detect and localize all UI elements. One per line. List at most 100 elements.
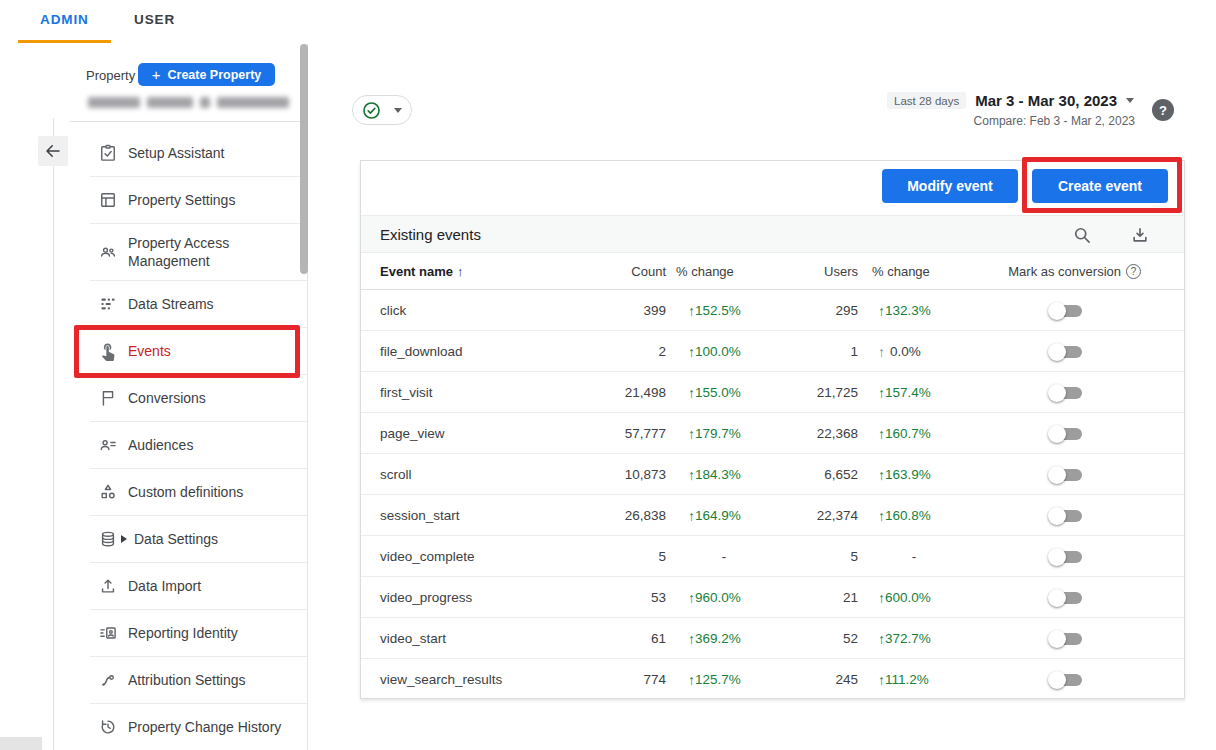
count-change-cell: ↑179.7% (688, 413, 741, 454)
back-arrow-icon (44, 142, 62, 160)
column-header-count-change[interactable]: % change (676, 253, 734, 289)
download-icon[interactable] (1130, 225, 1150, 245)
arrow-up-icon: ↑ (878, 385, 885, 401)
column-header-count[interactable]: Count (560, 253, 666, 289)
users-change-cell: ↑600.0% (878, 577, 931, 618)
mark-as-conversion-toggle[interactable] (1048, 629, 1084, 648)
sidebar-item-setup-assistant[interactable]: Setup Assistant (68, 129, 308, 176)
sidebar-item-reporting-identity[interactable]: Reporting Identity (68, 609, 308, 656)
table-header-row: Event name↑ Count % change Users % chang… (361, 253, 1184, 290)
sidebar-item-data-import[interactable]: Data Import (68, 562, 308, 609)
event-row: scroll 10,873 ↑184.3% 6,652 ↑163.9% (361, 454, 1184, 495)
sidebar-item-events[interactable]: Events (68, 327, 308, 374)
sidebar-item-attribution-settings[interactable]: Attribution Settings (68, 656, 308, 703)
event-users-cell: 245 (752, 659, 858, 700)
column-header-event-name[interactable]: Event name↑ (380, 253, 463, 289)
column-header-users-change[interactable]: % change (872, 253, 930, 289)
event-users-cell: 295 (752, 290, 858, 331)
help-icon[interactable]: ? (1152, 99, 1174, 121)
tab-user[interactable]: USER (134, 12, 175, 27)
conversions-icon (98, 388, 118, 408)
modify-event-button[interactable]: Modify event (882, 169, 1018, 203)
data-streams-icon (98, 294, 118, 314)
check-circle-icon (362, 101, 381, 120)
event-count-cell: 57,777 (560, 413, 666, 454)
sidebar-item-data-streams[interactable]: Data Streams (68, 280, 308, 327)
search-icon[interactable] (1072, 225, 1092, 245)
sidebar-item-custom-definitions[interactable]: Custom definitions (68, 468, 308, 515)
users-change-cell: ↑160.8% (878, 495, 931, 536)
event-count-cell: 61 (560, 618, 666, 659)
event-count-cell: 5 (560, 536, 666, 577)
column-header-mark-as-conversion: Mark as conversion? (951, 253, 1141, 289)
reporting-identity-icon (98, 623, 118, 643)
panel-divider (53, 118, 54, 750)
arrow-up-icon: ↑ (878, 467, 885, 483)
sidebar-item-property-access-management[interactable]: Property Access Management (68, 223, 308, 280)
event-name-cell: video_start (380, 618, 446, 659)
table-title: Existing events (380, 226, 481, 243)
mark-as-conversion-toggle[interactable] (1048, 383, 1084, 402)
event-row: page_view 57,777 ↑179.7% 22,368 ↑160.7% (361, 413, 1184, 454)
event-users-cell: 21 (752, 577, 858, 618)
mark-as-conversion-toggle[interactable] (1048, 547, 1084, 566)
arrow-up-icon: ↑ (878, 303, 885, 319)
column-header-users[interactable]: Users (752, 253, 858, 289)
count-change-cell: ↑184.3% (688, 454, 741, 495)
sidebar-item-data-settings[interactable]: Data Settings (68, 515, 308, 562)
sidebar-item-conversions[interactable]: Conversions (68, 374, 308, 421)
event-count-cell: 21,498 (560, 372, 666, 413)
mark-as-conversion-toggle[interactable] (1048, 424, 1084, 443)
mark-as-conversion-toggle[interactable] (1048, 342, 1084, 361)
event-name-cell: file_download (380, 331, 463, 372)
sidebar-item-audiences[interactable]: Audiences (68, 421, 308, 468)
arrow-up-icon: ↑ (688, 508, 695, 524)
create-event-button[interactable]: Create event (1032, 169, 1168, 203)
event-name-cell: first_visit (380, 372, 433, 413)
arrow-up-icon: ↑ (688, 426, 695, 442)
mark-as-conversion-toggle[interactable] (1048, 506, 1084, 525)
help-tooltip-icon[interactable]: ? (1126, 264, 1141, 279)
event-row: click 399 ↑152.5% 295 ↑132.3% (361, 290, 1184, 331)
create-property-button[interactable]: +Create Property (138, 63, 275, 86)
arrow-up-icon: ↑ (688, 590, 695, 606)
chevron-down-icon (394, 108, 402, 113)
count-change-cell: ↑960.0% (688, 577, 741, 618)
table-body: click 399 ↑152.5% 295 ↑132.3% file_downl… (361, 290, 1184, 700)
mark-as-conversion-toggle[interactable] (1048, 588, 1084, 607)
users-change-cell: ↑372.7% (878, 618, 931, 659)
event-name-cell: video_progress (380, 577, 472, 618)
data-settings-icon (98, 529, 118, 549)
sidebar-item-property-settings[interactable]: Property Settings (68, 176, 308, 223)
status-filter-chip[interactable] (352, 95, 412, 125)
event-row: view_search_results 774 ↑125.7% 245 ↑111… (361, 659, 1184, 700)
event-row: video_complete 5 ↑- 5 ↑- (361, 536, 1184, 577)
count-change-cell: ↑- (688, 536, 760, 577)
event-name-cell: page_view (380, 413, 445, 454)
bottom-scroll-strip (0, 737, 42, 750)
event-users-cell: 21,725 (752, 372, 858, 413)
arrow-up-icon: ↑ (688, 467, 695, 483)
mark-as-conversion-toggle[interactable] (1048, 670, 1084, 689)
event-users-cell: 1 (752, 331, 858, 372)
sidebar-scrollbar[interactable] (300, 44, 308, 274)
attribution-settings-icon (98, 670, 118, 690)
arrow-up-icon: ↑ (688, 672, 695, 688)
arrow-up-icon: ↑ (688, 303, 695, 319)
property-settings-icon (98, 190, 118, 210)
users-change-cell: ↑132.3% (878, 290, 931, 331)
users-change-cell: ↑- (878, 536, 950, 577)
arrow-up-icon: ↑ (878, 508, 885, 524)
count-change-cell: ↑152.5% (688, 290, 741, 331)
mark-as-conversion-toggle[interactable] (1048, 301, 1084, 320)
property-access-icon (98, 242, 118, 262)
event-name-cell: view_search_results (380, 659, 502, 700)
tab-admin[interactable]: ADMIN (40, 12, 89, 27)
arrow-up-icon: ↑ (878, 672, 885, 688)
date-range-row[interactable]: Last 28 days Mar 3 - Mar 30, 2023 (887, 92, 1134, 109)
arrow-up-icon: ↑ (878, 631, 885, 647)
mark-as-conversion-toggle[interactable] (1048, 465, 1084, 484)
back-button[interactable] (38, 136, 68, 166)
sidebar-item-property-change-history[interactable]: Property Change History (68, 703, 308, 750)
event-count-cell: 26,838 (560, 495, 666, 536)
